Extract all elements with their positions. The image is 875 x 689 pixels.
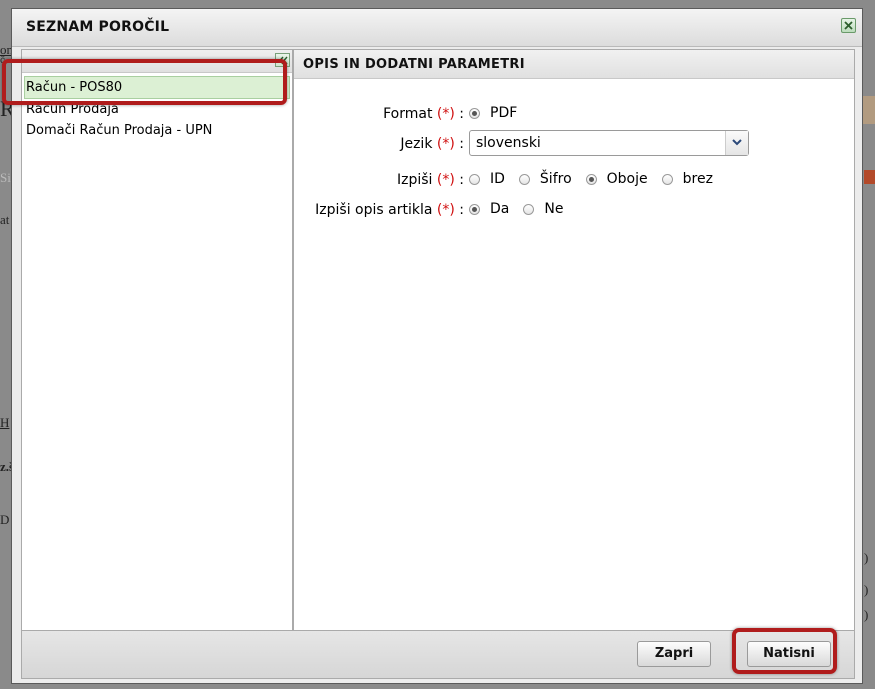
print-button-highlight xyxy=(732,628,837,674)
required-marker: (*) xyxy=(436,136,455,152)
dropdown-arrow[interactable] xyxy=(725,131,748,155)
izpisi-opis-row: Izpiši opis artikla (*) : Da Ne xyxy=(294,198,854,222)
format-field: PDF xyxy=(469,105,531,121)
izpisi-label: Izpiši (*) : xyxy=(397,172,464,188)
izpisi-radio-id[interactable] xyxy=(469,173,480,185)
jezik-select-value: slovenski xyxy=(476,135,541,151)
bg-fragment: ) xyxy=(864,607,869,622)
izpisi-option-oboje: Oboje xyxy=(606,171,648,187)
chevron-down-icon xyxy=(732,139,742,146)
izpisi-option-brez: brez xyxy=(682,171,713,187)
izpisi-option-id: ID xyxy=(490,171,505,187)
izpisi-opis-radio-da[interactable] xyxy=(469,203,480,215)
close-button[interactable] xyxy=(841,18,856,33)
report-list-dialog: SEZNAM POROČIL Račun - POS80 Račun Proda… xyxy=(11,8,863,684)
bg-fragment: H xyxy=(0,415,10,430)
izpisi-opis-option-ne: Ne xyxy=(544,201,564,217)
parameters-heading: OPIS IN DODATNI PARAMETRI xyxy=(303,57,525,72)
jezik-label: Jezik (*) : xyxy=(400,136,464,152)
izpisi-field: ID Šifro Oboje brez xyxy=(469,171,727,187)
format-radio-pdf[interactable] xyxy=(469,107,480,119)
jezik-row: Jezik (*) : slovenski xyxy=(294,130,854,158)
parameters-panel: OPIS IN DODATNI PARAMETRI Format (*) : P… xyxy=(293,49,855,631)
format-row: Format (*) : PDF xyxy=(294,102,854,126)
report-item-domaci-racun-prodaja-upn[interactable]: Domači Račun Prodaja - UPN xyxy=(22,120,292,141)
izpisi-radio-oboje[interactable] xyxy=(585,173,597,185)
izpisi-opis-radio-ne[interactable] xyxy=(523,203,535,215)
label-separator: : xyxy=(459,106,464,122)
izpisi-opis-label: Izpiši opis artikla (*) : xyxy=(315,202,464,218)
izpisi-option-sifro: Šifro xyxy=(539,171,572,187)
izpisi-opis-field: Da Ne xyxy=(469,201,577,217)
dialog-title: SEZNAM POROČIL xyxy=(26,19,170,35)
close-icon xyxy=(844,21,853,30)
close-dialog-button[interactable]: Zapri xyxy=(637,641,711,667)
required-marker: (*) xyxy=(436,172,455,188)
jezik-select[interactable]: slovenski xyxy=(469,130,749,156)
dialog-footer: Zapri Natisni xyxy=(21,631,855,679)
required-marker: (*) xyxy=(436,202,455,218)
bg-fragment: ) xyxy=(864,550,869,565)
dialog-titlebar[interactable]: SEZNAM POROČIL xyxy=(12,9,862,47)
label-separator: : xyxy=(459,202,464,218)
izpisi-opis-option-da: Da xyxy=(490,201,510,217)
bg-fragment: at xyxy=(0,212,10,227)
bg-fragment: D xyxy=(0,512,10,527)
bg-fragment xyxy=(864,170,875,184)
label-separator: : xyxy=(459,172,464,188)
izpisi-row: Izpiši (*) : ID Šifro Oboje brez xyxy=(294,168,854,192)
format-option-pdf: PDF xyxy=(490,105,518,121)
selected-report-highlight xyxy=(2,59,287,105)
izpisi-radio-sifro[interactable] xyxy=(518,173,530,185)
report-list-panel: Račun - POS80 Račun Prodaja Domači Račun… xyxy=(21,49,293,631)
bg-fragment: ) xyxy=(864,582,869,597)
izpisi-radio-brez[interactable] xyxy=(661,173,673,185)
format-label: Format (*) : xyxy=(383,106,464,122)
bg-fragment: Si xyxy=(0,170,11,185)
parameters-header: OPIS IN DODATNI PARAMETRI xyxy=(294,50,854,79)
label-separator: : xyxy=(459,136,464,152)
required-marker: (*) xyxy=(436,106,455,122)
bg-fragment xyxy=(863,96,875,124)
